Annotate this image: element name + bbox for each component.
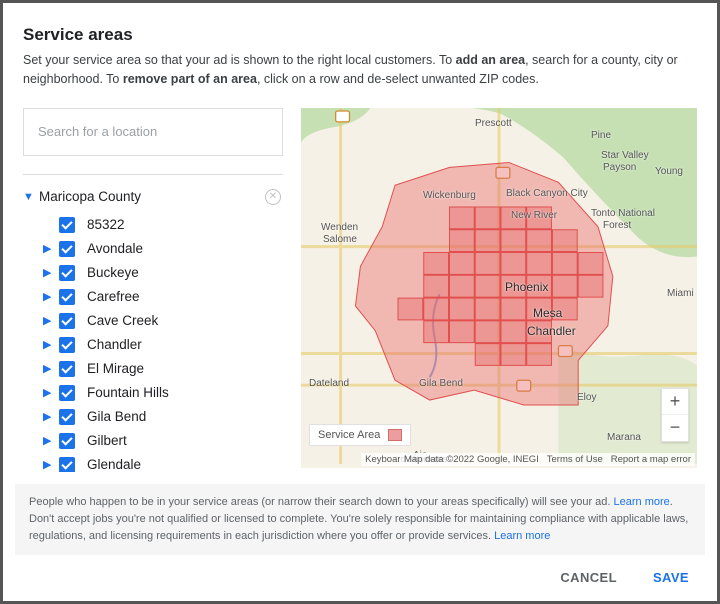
area-label: Buckeye — [87, 265, 139, 280]
map-city-label: New River — [511, 210, 557, 221]
areas-list[interactable]: ▼ Maricopa County ✕ ▶85322▶Avondale▶Buck… — [23, 175, 283, 472]
zoom-out-button[interactable]: − — [662, 415, 688, 441]
area-label: Fountain Hills — [87, 385, 169, 400]
chevron-right-icon[interactable]: ▶ — [43, 290, 59, 303]
area-label: El Mirage — [87, 361, 144, 376]
map-svg — [301, 108, 697, 464]
area-row[interactable]: ▶85322 — [23, 213, 283, 237]
chevron-right-icon[interactable]: ▶ — [43, 266, 59, 279]
area-checkbox[interactable] — [59, 217, 75, 233]
map-city-label: Dateland — [309, 378, 349, 389]
dialog-actions: CANCEL SAVE — [3, 555, 717, 600]
map-city-label-large: Chandler — [527, 324, 576, 338]
dialog-subtitle: Set your service area so that your ad is… — [23, 51, 697, 90]
area-checkbox[interactable] — [59, 265, 75, 281]
legend-swatch — [388, 429, 402, 441]
dialog-title: Service areas — [23, 25, 697, 45]
area-checkbox[interactable] — [59, 457, 75, 472]
chevron-right-icon[interactable]: ▶ — [43, 386, 59, 399]
map-city-label: Young — [655, 166, 683, 177]
map-attribution: Map data ©2022 Google, INEGI Terms of Us… — [400, 453, 695, 466]
county-row[interactable]: ▼ Maricopa County ✕ — [23, 187, 283, 213]
map-city-label: Wenden — [321, 222, 358, 233]
map-city-label: Gila Bend — [419, 378, 463, 389]
area-row[interactable]: ▶ Buckeye — [23, 261, 283, 285]
chevron-right-icon[interactable]: ▶ — [43, 338, 59, 351]
save-button[interactable]: SAVE — [647, 569, 695, 586]
map-city-label-large: Phoenix — [505, 280, 548, 294]
search-input[interactable] — [36, 123, 270, 140]
area-label: Avondale — [87, 241, 143, 256]
area-row[interactable]: ▶ Carefree — [23, 285, 283, 309]
area-row[interactable]: ▶ Chandler — [23, 333, 283, 357]
map-city-label: Forest — [603, 220, 631, 231]
area-checkbox[interactable] — [59, 409, 75, 425]
left-panel: ▼ Maricopa County ✕ ▶85322▶Avondale▶Buck… — [23, 108, 283, 472]
map-city-label-large: Mesa — [533, 306, 562, 320]
map-city-label: Salome — [323, 234, 357, 245]
clear-county-icon[interactable]: ✕ — [265, 189, 281, 205]
map-city-label: Payson — [603, 162, 636, 173]
chevron-right-icon[interactable]: ▶ — [43, 410, 59, 423]
areas-list-container: ▼ Maricopa County ✕ ▶85322▶Avondale▶Buck… — [23, 174, 283, 472]
area-row[interactable]: ▶ Gilbert — [23, 429, 283, 453]
area-checkbox[interactable] — [59, 337, 75, 353]
area-checkbox[interactable] — [59, 313, 75, 329]
map-city-label: Marana — [607, 432, 641, 443]
dialog-header: Service areas Set your service area so t… — [3, 3, 717, 108]
map-city-label: Prescott — [475, 118, 512, 129]
area-label: Gila Bend — [87, 409, 146, 424]
area-label: 85322 — [87, 217, 125, 232]
map-legend: Service Area — [309, 424, 411, 446]
learn-more-link-2[interactable]: Learn more — [494, 530, 550, 542]
area-row[interactable]: ▶ Fountain Hills — [23, 381, 283, 405]
footer-note: People who happen to be in your service … — [15, 484, 705, 555]
area-row[interactable]: ▶ Glendale — [23, 453, 283, 472]
area-label: Carefree — [87, 289, 140, 304]
map-city-label: Black Canyon City — [506, 188, 588, 199]
chevron-down-icon[interactable]: ▼ — [23, 191, 39, 203]
area-row[interactable]: ▶ El Mirage — [23, 357, 283, 381]
area-row[interactable]: ▶ Avondale — [23, 237, 283, 261]
area-label: Chandler — [87, 337, 142, 352]
chevron-right-icon[interactable]: ▶ — [43, 314, 59, 327]
chevron-right-icon[interactable]: ▶ — [43, 362, 59, 375]
map-city-label: Miami — [667, 288, 694, 299]
chevron-right-icon[interactable]: ▶ — [43, 458, 59, 471]
area-row[interactable]: ▶ Cave Creek — [23, 309, 283, 333]
map-terms-link[interactable]: Terms of Use — [547, 454, 603, 465]
area-checkbox[interactable] — [59, 241, 75, 257]
area-label: Glendale — [87, 457, 141, 472]
map-city-label: Tonto National — [591, 208, 655, 219]
map-city-label: Star Valley — [601, 150, 649, 161]
map-report-link[interactable]: Report a map error — [611, 454, 691, 465]
map-city-label: Pine — [591, 130, 611, 141]
location-search[interactable] — [23, 108, 283, 156]
map[interactable]: Prescott Wickenburg WendenSalome Black Cany… — [301, 108, 697, 468]
area-label: Gilbert — [87, 433, 127, 448]
map-city-label: Wickenburg — [423, 190, 476, 201]
map-zoom-controls: + − — [661, 388, 689, 442]
zoom-in-button[interactable]: + — [662, 389, 688, 415]
area-checkbox[interactable] — [59, 385, 75, 401]
area-checkbox[interactable] — [59, 289, 75, 305]
county-name: Maricopa County — [39, 189, 265, 204]
service-areas-dialog: Service areas Set your service area so t… — [3, 3, 717, 601]
chevron-right-icon[interactable]: ▶ — [43, 242, 59, 255]
area-checkbox[interactable] — [59, 361, 75, 377]
area-row[interactable]: ▶ Gila Bend — [23, 405, 283, 429]
cancel-button[interactable]: CANCEL — [554, 569, 623, 586]
map-city-label: Eloy — [577, 392, 596, 403]
learn-more-link-1[interactable]: Learn more — [614, 496, 670, 508]
chevron-right-icon[interactable]: ▶ — [43, 434, 59, 447]
legend-label: Service Area — [318, 429, 380, 441]
area-label: Cave Creek — [87, 313, 158, 328]
area-checkbox[interactable] — [59, 433, 75, 449]
